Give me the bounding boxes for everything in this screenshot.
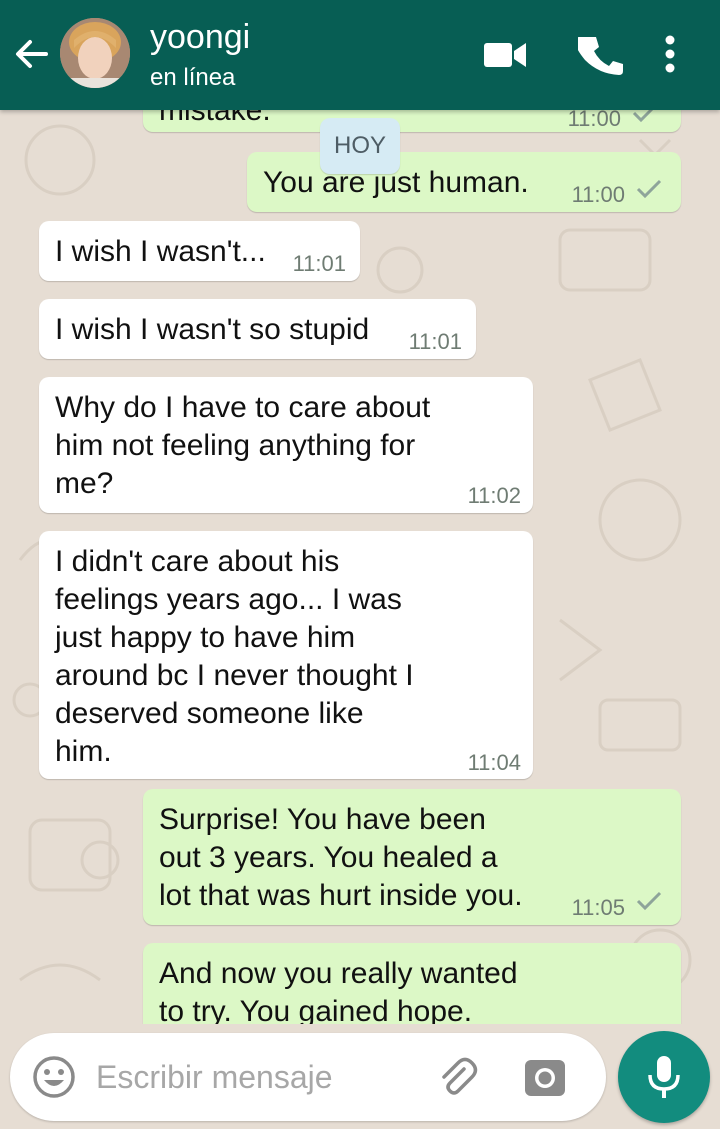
contact-status: en línea bbox=[150, 64, 236, 91]
message-bubble-outgoing[interactable]: Surprise! You have been out 3 years. You… bbox=[143, 789, 681, 925]
mic-icon bbox=[648, 1056, 680, 1098]
message-time: 11:04 bbox=[467, 750, 521, 775]
message-text: I wish I wasn't so stupid bbox=[55, 313, 370, 346]
message-text: Surprise! You have been out 3 years. You… bbox=[159, 803, 523, 912]
attach-icon[interactable] bbox=[434, 1055, 480, 1101]
message-time: 11:02 bbox=[467, 483, 521, 508]
message-bubble-incoming[interactable]: I didn't care about his feelings years a… bbox=[39, 531, 533, 779]
back-arrow-icon[interactable] bbox=[12, 34, 52, 74]
contact-name[interactable]: yoongi bbox=[150, 18, 250, 57]
avatar[interactable] bbox=[60, 18, 130, 88]
message-time: 11:01 bbox=[408, 329, 462, 354]
message-bubble-incoming[interactable]: I wish I wasn't... 11:01 bbox=[39, 221, 360, 281]
message-text: And now you really wanted to try. You ga… bbox=[159, 957, 518, 1028]
message-time: 11:05 bbox=[571, 895, 625, 920]
message-time: 11:00 bbox=[571, 182, 625, 207]
message-input-bar: Escribir mensaje bbox=[10, 1033, 606, 1121]
message-bubble-outgoing[interactable]: And now you really wanted to try. You ga… bbox=[143, 943, 681, 1035]
more-options-icon[interactable] bbox=[650, 32, 690, 78]
message-bubble-incoming[interactable]: Why do I have to care about him not feel… bbox=[39, 377, 533, 513]
video-call-icon[interactable] bbox=[482, 32, 528, 78]
message-text: Why do I have to care about him not feel… bbox=[55, 391, 431, 500]
phone-icon[interactable] bbox=[575, 32, 624, 78]
message-text: I wish I wasn't... bbox=[55, 235, 266, 268]
message-time: 11:01 bbox=[292, 251, 346, 276]
mic-button[interactable] bbox=[618, 1031, 710, 1123]
message-input[interactable]: Escribir mensaje bbox=[96, 1059, 333, 1096]
date-divider: HOY bbox=[320, 118, 400, 174]
emoji-icon[interactable] bbox=[32, 1055, 76, 1099]
message-text: I didn't care about his feelings years a… bbox=[55, 545, 414, 768]
camera-icon[interactable] bbox=[522, 1055, 568, 1101]
sent-tick-icon bbox=[636, 179, 662, 199]
chat-header: yoongi en línea bbox=[0, 0, 720, 110]
sent-tick-icon bbox=[636, 891, 662, 911]
message-bubble-incoming[interactable]: I wish I wasn't so stupid 11:01 bbox=[39, 299, 476, 359]
message-bubble-outgoing[interactable]: You are just human. 11:00 bbox=[247, 152, 681, 212]
